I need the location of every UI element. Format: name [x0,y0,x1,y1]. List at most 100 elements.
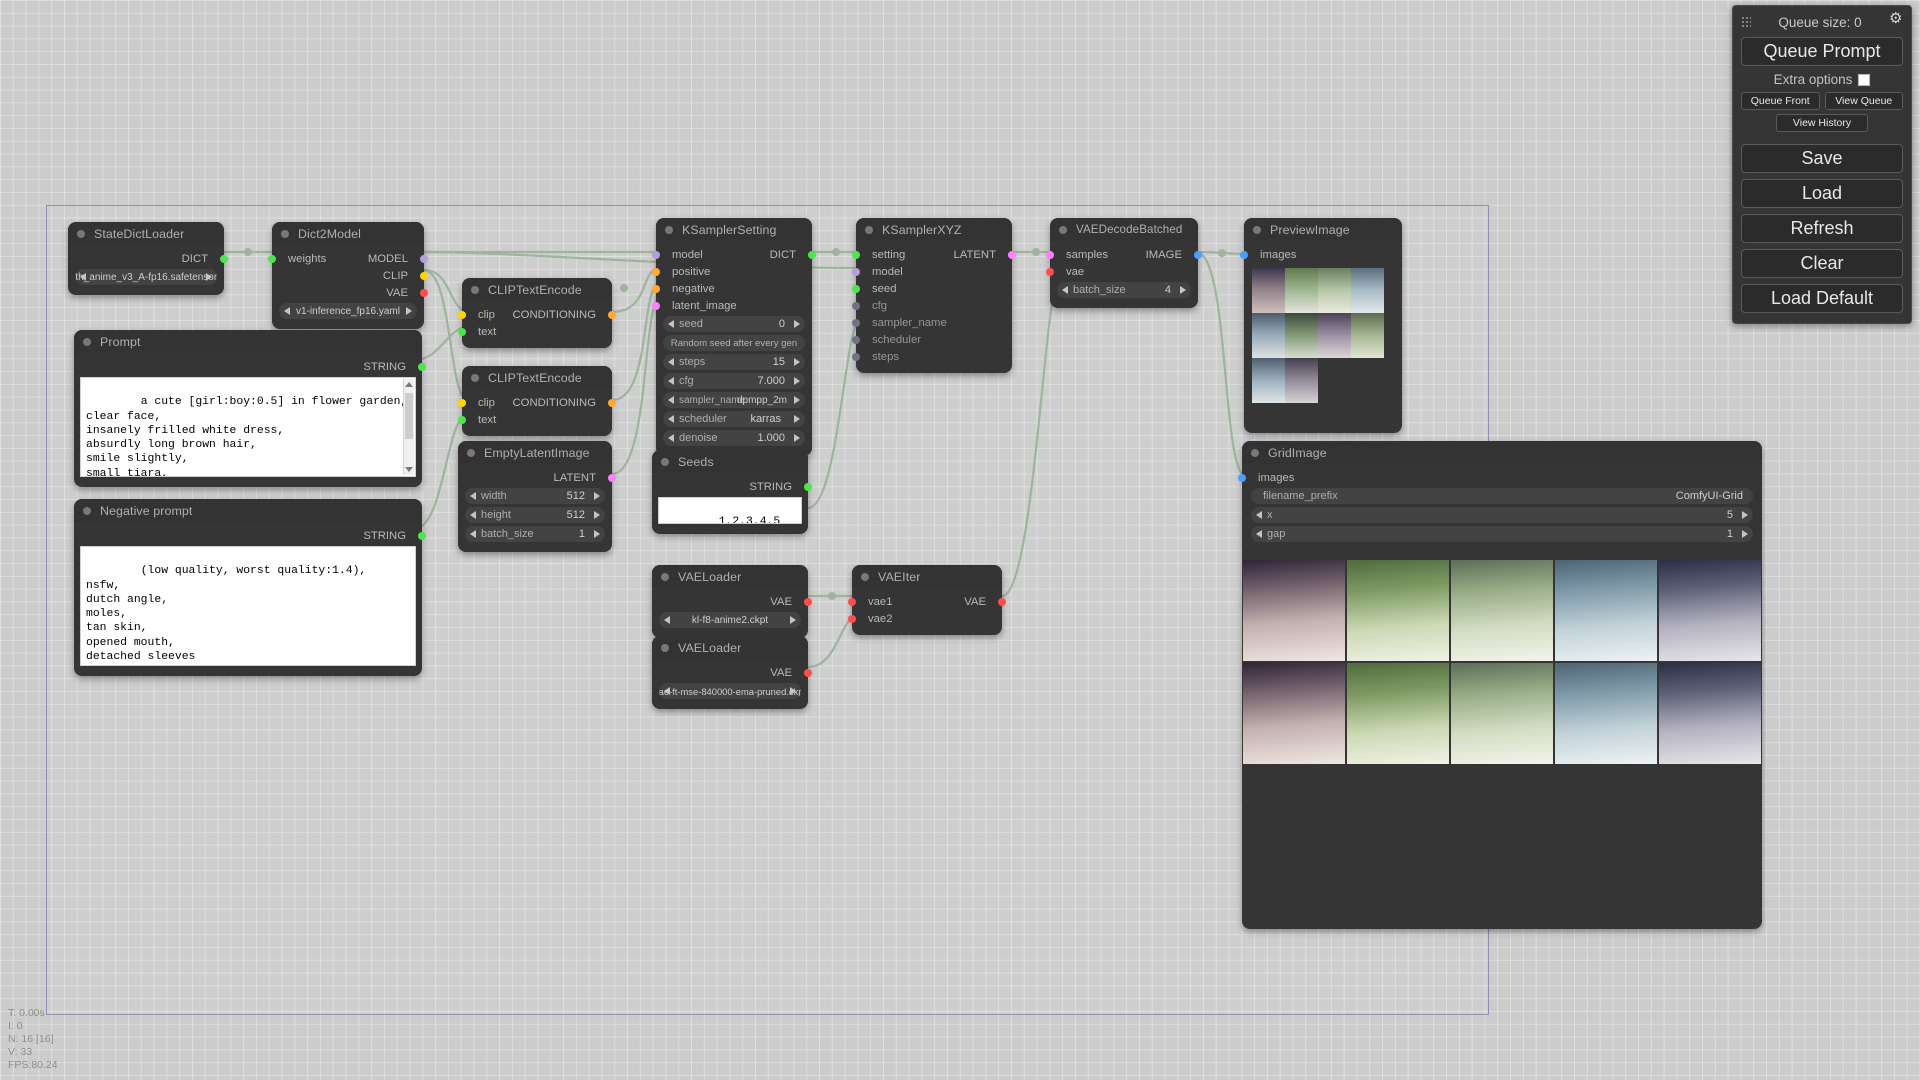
node-title-bar[interactable]: CLIPTextEncode [462,366,612,389]
increment-arrow-icon[interactable] [794,358,800,366]
increment-arrow-icon[interactable] [1180,286,1186,294]
input-slot-vae2[interactable]: vae2 [848,611,1002,626]
increment-arrow-icon[interactable] [406,307,412,315]
decrement-arrow-icon[interactable] [470,492,476,500]
input-port-positive[interactable] [652,267,660,276]
increment-arrow-icon[interactable] [794,434,800,442]
output-slot-vae[interactable]: VAE [652,665,812,680]
output-port-vae[interactable] [804,597,812,606]
widget-width[interactable]: width 512 [465,488,605,504]
grid-cell[interactable] [1347,663,1449,764]
refresh-button[interactable]: Refresh [1741,214,1903,243]
node-title-bar[interactable]: VAEDecodeBatched [1050,218,1198,241]
scroll-down-icon[interactable] [405,467,413,472]
decrement-arrow-icon[interactable] [1256,530,1262,538]
preview-thumbnail[interactable] [1351,313,1384,358]
output-slot-image[interactable]: IMAGE [1050,247,1202,262]
collapse-dot-icon[interactable] [471,373,479,382]
output-port-vae[interactable] [998,597,1006,606]
collapse-dot-icon[interactable] [1253,225,1261,234]
node-clip-text-encode-2[interactable]: CLIPTextEncode clip CONDITIONING text [458,366,616,436]
node-title-bar[interactable]: Negative prompt [74,499,422,522]
decrement-arrow-icon[interactable] [668,415,674,423]
grid-cell[interactable] [1451,663,1553,764]
input-slot-latent-image[interactable]: latent_image [652,298,812,313]
collapse-dot-icon[interactable] [665,225,673,234]
collapse-dot-icon[interactable] [83,337,91,346]
widget-height[interactable]: height 512 [465,507,605,523]
input-port-latent-image[interactable] [652,301,660,310]
prompt-textarea[interactable]: a cute [girl:boy:0.5] in flower garden, … [80,377,416,477]
node-prompt[interactable]: Prompt STRING a cute [girl:boy:0.5] in f… [74,330,426,487]
output-slot-dict[interactable]: DICT [656,247,816,262]
widget-seed[interactable]: seed 0 [663,316,805,332]
output-slot-string[interactable]: STRING [74,528,426,543]
widget-cfg[interactable]: cfg 7.000 [663,373,805,389]
grid-cell[interactable] [1243,560,1345,661]
node-clip-text-encode-1[interactable]: CLIPTextEncode clip CONDITIONING text [458,278,616,348]
collapse-dot-icon[interactable] [861,572,869,581]
node-title-bar[interactable]: GridImage [1242,441,1762,464]
input-slot-images[interactable]: images [1240,247,1402,262]
collapse-dot-icon[interactable] [1251,448,1259,457]
input-slot-text[interactable]: text [458,412,612,427]
preview-thumbnail[interactable] [1252,358,1285,403]
extra-options-checkbox[interactable] [1858,73,1871,86]
increment-arrow-icon[interactable] [206,273,212,281]
node-vae-loader-1[interactable]: VAELoader VAE kl-f8-anime2.ckpt [652,565,812,638]
output-slot-clip[interactable]: CLIP [272,268,428,283]
increment-arrow-icon[interactable] [794,377,800,385]
decrement-arrow-icon[interactable] [284,307,290,315]
decrement-arrow-icon[interactable] [470,530,476,538]
seeds-textarea[interactable]: 1,2,3,4,5 [658,497,802,524]
input-port-sampler-name[interactable] [852,318,860,327]
textarea-scrollbar[interactable] [403,379,414,475]
output-port-conditioning[interactable] [608,310,616,319]
gear-icon[interactable] [1889,11,1903,29]
output-slot-dict[interactable]: DICT [68,251,228,266]
decrement-arrow-icon[interactable] [1256,511,1262,519]
negative-prompt-textarea[interactable]: (low quality, worst quality:1.4), nsfw, … [80,546,416,666]
increment-arrow-icon[interactable] [794,415,800,423]
preview-thumbnail[interactable] [1285,358,1318,403]
output-port-string[interactable] [804,482,812,491]
output-slot-vae[interactable]: VAE [652,594,812,609]
node-graph-canvas[interactable]: StateDictLoader DICT 7th_anime_v3_A-fp16… [0,0,1920,1080]
collapse-dot-icon[interactable] [83,506,91,515]
increment-arrow-icon[interactable] [594,492,600,500]
input-slot-positive[interactable]: positive [652,264,812,279]
node-title-bar[interactable]: VAELoader [652,636,808,659]
widget-control-after-generate[interactable]: Random seed after every gen [663,335,805,351]
input-port-text[interactable] [458,415,466,424]
grid-cell[interactable] [1659,560,1761,661]
grid-image-output[interactable] [1243,560,1761,764]
input-slot-cfg[interactable]: cfg [852,298,1012,313]
increment-arrow-icon[interactable] [594,511,600,519]
preview-thumbnail[interactable] [1285,313,1318,358]
preview-thumbnail[interactable] [1285,268,1318,313]
preview-thumbnail[interactable] [1252,268,1285,313]
input-port-vae2[interactable] [848,614,856,623]
widget-batch-size[interactable]: batch_size 1 [465,526,605,542]
output-port-dict[interactable] [220,254,228,263]
input-slot-negative[interactable]: negative [652,281,812,296]
grid-cell[interactable] [1555,663,1657,764]
decrement-arrow-icon[interactable] [668,434,674,442]
node-title-bar[interactable]: VAELoader [652,565,808,588]
extra-options-row[interactable]: Extra options [1741,72,1903,87]
clear-button[interactable]: Clear [1741,249,1903,278]
node-title-bar[interactable]: Seeds [652,450,808,473]
output-slot-string[interactable]: STRING [652,479,812,494]
widget-filename-prefix[interactable]: filename_prefix ComfyUI-Grid [1251,488,1753,504]
view-history-button[interactable]: View History [1776,114,1868,132]
collapse-dot-icon[interactable] [281,229,289,238]
input-port-images[interactable] [1238,473,1246,482]
load-button[interactable]: Load [1741,179,1903,208]
preview-thumbnail[interactable] [1351,268,1384,313]
widget-x[interactable]: x 5 [1251,507,1753,523]
node-title-bar[interactable]: KSamplerXYZ [856,218,1012,241]
node-negative-prompt[interactable]: Negative prompt STRING (low quality, wor… [74,499,426,676]
load-default-button[interactable]: Load Default [1741,284,1903,313]
node-title-bar[interactable]: PreviewImage [1244,218,1402,241]
node-title-bar[interactable]: Dict2Model [272,222,424,245]
